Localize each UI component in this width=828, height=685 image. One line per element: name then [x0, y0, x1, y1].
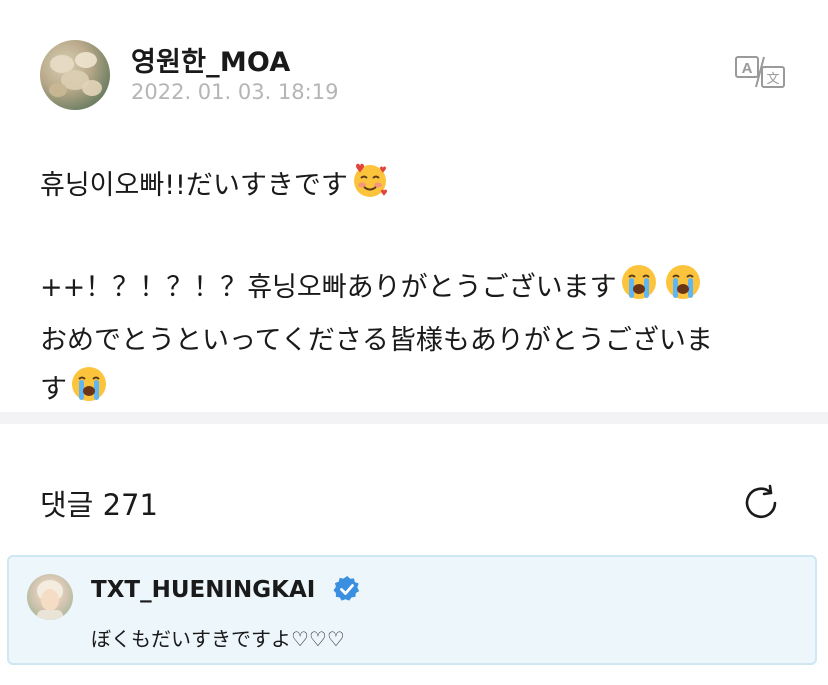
comment-text: ぼくもだいすきですよ♡♡♡ [91, 627, 345, 651]
post-line: おめでとうといってくださる皆様もありがとうございま [40, 317, 800, 364]
translate-icon[interactable]: A 文 [734, 54, 786, 90]
post-text: 휴닝이오빠!!だいすきです [40, 170, 348, 201]
highlighted-comment[interactable]: TXT_HUENINGKAI ぼくもだいすきですよ♡♡♡ [7, 555, 817, 665]
author-name[interactable]: 영원한_MOA [131, 40, 290, 79]
post-header: 영원한_MOA 2022. 01. 03. 18:19 A 文 [0, 0, 828, 130]
post-line: 휴닝이오빠!!だいすきです [40, 160, 800, 215]
post-body: 휴닝이오빠!!だいすきです ++！？！？！？휴닝오빠ありがとうございます おめで… [40, 160, 800, 419]
section-divider [0, 412, 828, 424]
post-date: 2022. 01. 03. 18:19 [131, 80, 339, 104]
verified-badge-icon [333, 575, 361, 603]
post-text: す [40, 374, 67, 405]
smiling-face-with-hearts-icon [350, 160, 390, 215]
svg-text:A: A [742, 60, 753, 77]
loudly-crying-face-icon [663, 262, 703, 317]
loudly-crying-face-icon [619, 262, 659, 317]
post-line: す [40, 364, 800, 419]
loudly-crying-face-icon [69, 364, 109, 419]
svg-text:文: 文 [766, 72, 779, 87]
author-avatar[interactable] [40, 40, 110, 110]
commenter-name[interactable]: TXT_HUENINGKAI [91, 577, 315, 603]
post-text: ++！？！？！？휴닝오빠ありがとうございます [40, 272, 617, 303]
comments-count: 댓글 271 [40, 488, 158, 522]
commenter-avatar[interactable] [27, 574, 73, 620]
post-line: ++！？！？！？휴닝오빠ありがとうございます [40, 262, 800, 317]
post-detail-page: 영원한_MOA 2022. 01. 03. 18:19 A 文 휴닝이오빠!!だ… [0, 0, 828, 685]
post-text: おめでとうといってくださる皆様もありがとうございま [40, 325, 713, 356]
refresh-icon[interactable] [740, 482, 782, 524]
